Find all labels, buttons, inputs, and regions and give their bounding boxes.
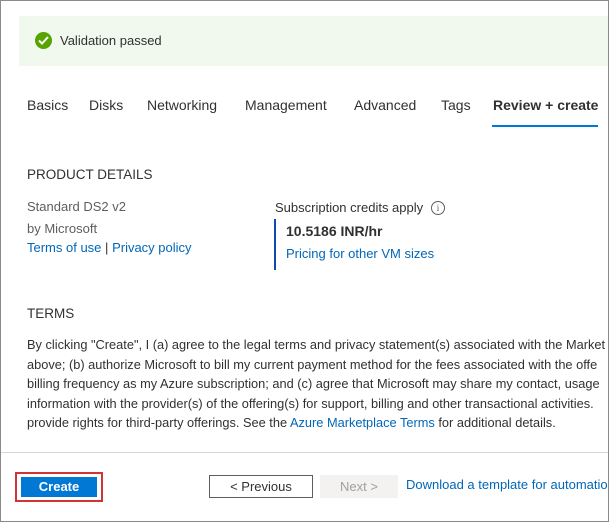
- azure-marketplace-terms-link[interactable]: Azure Marketplace Terms: [290, 415, 435, 430]
- previous-button[interactable]: < Previous: [209, 475, 313, 498]
- footer-divider: [1, 452, 608, 453]
- checkmark-circle-icon: [35, 32, 52, 49]
- product-publisher: by Microsoft: [27, 221, 98, 236]
- terms-text-fragment: for additional details.: [434, 415, 556, 431]
- terms-line: By clicking "Create", I (a) agree to the…: [27, 337, 606, 352]
- terms-of-use-link[interactable]: Terms of use: [27, 240, 101, 255]
- download-template-link[interactable]: Download a template for automatio: [406, 477, 608, 492]
- create-button[interactable]: Create: [21, 477, 97, 497]
- info-icon[interactable]: i: [431, 201, 445, 215]
- terms-text: By clicking "Create", I (a) agree to the…: [27, 335, 608, 433]
- validation-banner: Validation passed: [19, 16, 608, 66]
- subscription-credits-label: Subscription credits apply: [275, 200, 424, 215]
- validation-status-text: Validation passed: [60, 33, 162, 48]
- link-separator: |: [105, 240, 109, 255]
- tab-tags[interactable]: Tags: [441, 97, 471, 113]
- tab-disks[interactable]: Disks: [89, 97, 123, 113]
- terms-line: information with the provider(s) of the …: [27, 395, 594, 411]
- tab-review-create[interactable]: Review + create: [493, 97, 598, 113]
- tab-networking[interactable]: Networking: [147, 97, 217, 113]
- terms-line: above; (b) authorize Microsoft to bill m…: [27, 356, 598, 372]
- terms-heading: TERMS: [27, 306, 75, 321]
- terms-line: provide rights for third-party offerings…: [27, 413, 608, 433]
- tab-advanced[interactable]: Advanced: [354, 97, 416, 113]
- product-name: Standard DS2 v2: [27, 199, 127, 214]
- pricing-other-sizes-link[interactable]: Pricing for other VM sizes: [286, 246, 434, 261]
- tab-management[interactable]: Management: [245, 97, 327, 113]
- terms-line: billing frequency as my Azure subscripti…: [27, 376, 600, 392]
- active-tab-indicator: [492, 125, 598, 127]
- next-button: Next >: [320, 475, 398, 498]
- price-box: 10.5186 INR/hr Pricing for other VM size…: [274, 219, 476, 270]
- review-create-panel: Validation passed Basics Disks Networkin…: [0, 0, 609, 522]
- privacy-policy-link[interactable]: Privacy policy: [112, 240, 191, 255]
- terms-text-fragment: provide rights for third-party offerings…: [27, 415, 290, 431]
- tab-basics[interactable]: Basics: [27, 97, 68, 113]
- tab-bar: Basics Disks Networking Management Advan…: [1, 97, 608, 127]
- vm-price: 10.5186 INR/hr: [286, 223, 383, 239]
- product-links: Terms of use | Privacy policy: [27, 240, 192, 255]
- product-details-heading: PRODUCT DETAILS: [27, 167, 153, 182]
